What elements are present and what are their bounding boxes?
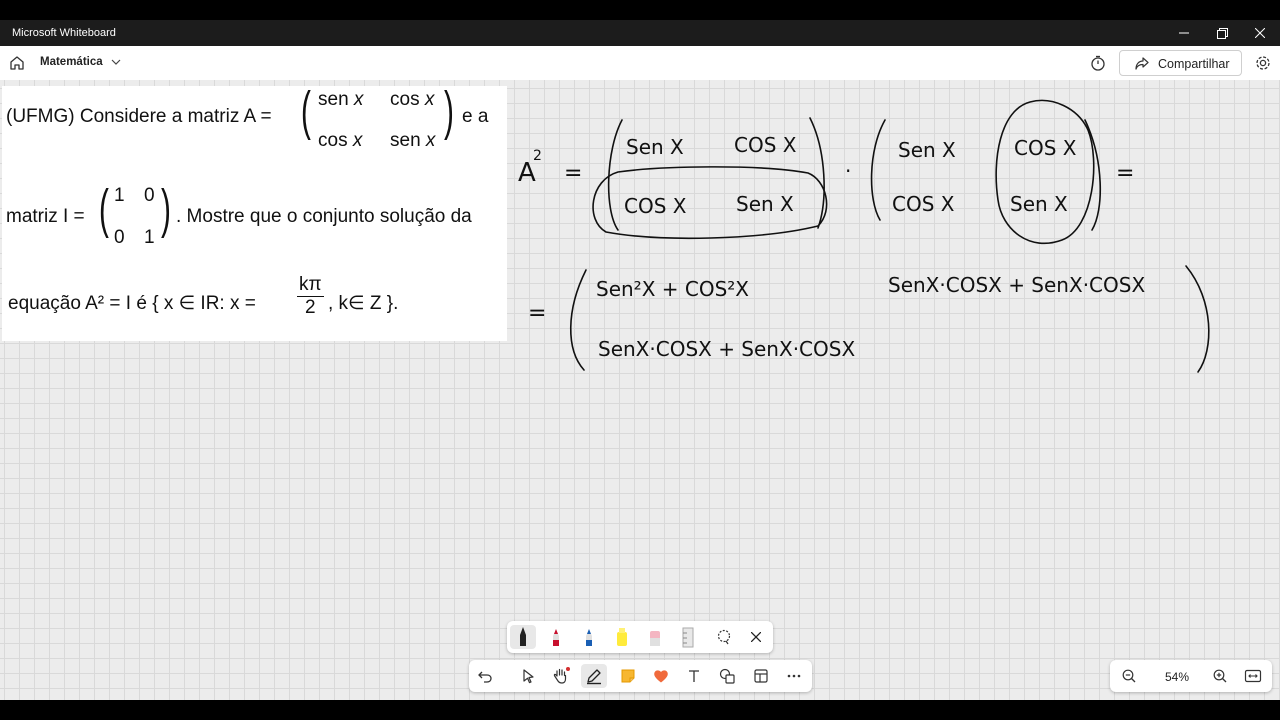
pan-hand-icon[interactable] <box>548 664 574 688</box>
chevron-down-icon[interactable] <box>110 55 122 69</box>
main-toolbar <box>469 660 812 692</box>
share-button[interactable]: Compartilhar <box>1119 50 1242 76</box>
shapes-icon[interactable] <box>714 664 740 688</box>
matrix2-right-paren <box>1084 119 1102 231</box>
select-icon[interactable] <box>515 664 541 688</box>
video-letterbox-top <box>0 0 1280 20</box>
board-name[interactable]: Matemática <box>40 56 103 68</box>
handwriting-layer: A 2 = Sen X COS X COS X Sen X · Sen X CO… <box>518 99 1210 373</box>
app-bar: Matemática Compartilhar <box>0 46 1280 81</box>
result-r2c1: SenX·COSX + SenX·COSX <box>598 337 855 361</box>
column2-highlight-loop <box>995 99 1095 245</box>
zoom-in-icon[interactable] <box>1207 664 1233 688</box>
matrix1-cell: Sen X <box>626 135 684 159</box>
black-pen-icon[interactable] <box>510 625 536 649</box>
matrix2-cell: COS X <box>1014 136 1077 160</box>
text-icon[interactable] <box>681 664 707 688</box>
matrix1-right-paren <box>809 117 825 229</box>
matrix2-cell: COS X <box>892 192 955 216</box>
a-exponent: 2 <box>533 148 542 164</box>
eraser-icon[interactable] <box>642 625 668 649</box>
templates-icon[interactable] <box>748 664 774 688</box>
result-right-paren <box>1185 265 1210 373</box>
share-icon <box>1135 57 1149 70</box>
result-r1c1: Sen²X + COS²X <box>596 277 749 301</box>
restore-icon[interactable] <box>1203 20 1241 46</box>
pen-toolbar <box>507 621 773 653</box>
blue-pen-icon[interactable] <box>576 625 602 649</box>
red-pen-icon[interactable] <box>543 625 569 649</box>
matrix1-cell: Sen X <box>736 192 794 216</box>
ruler-icon[interactable] <box>675 625 701 649</box>
gear-icon[interactable] <box>1254 54 1272 72</box>
undo-icon[interactable] <box>472 664 498 688</box>
app-title: Microsoft Whiteboard <box>12 27 116 39</box>
fit-to-screen-icon[interactable] <box>1240 664 1266 688</box>
matrix1-cell: COS X <box>734 133 797 157</box>
zoom-level: 54% <box>1164 670 1190 684</box>
matrix1-cell: COS X <box>624 194 687 218</box>
result-r1c2: SenX·COSX + SenX·COSX <box>888 273 1145 297</box>
whiteboard-canvas[interactable]: (UFMG) Considere a matriz A = ( sen x co… <box>0 80 1280 700</box>
pen-icon[interactable] <box>581 664 607 688</box>
lasso-icon[interactable] <box>711 625 737 649</box>
matrix2-cell: Sen X <box>1010 192 1068 216</box>
minimize-icon[interactable] <box>1165 20 1203 46</box>
zoom-out-icon[interactable] <box>1116 664 1142 688</box>
yellow-highlighter-icon[interactable] <box>609 625 635 649</box>
video-letterbox-bottom <box>0 700 1280 720</box>
multiply-dot: · <box>845 159 851 183</box>
reactions-icon[interactable] <box>648 664 674 688</box>
close-icon[interactable] <box>1241 20 1279 46</box>
result-left-paren <box>569 269 587 371</box>
equals-sign: = <box>528 301 546 326</box>
equals-sign: = <box>564 161 582 186</box>
sticky-note-icon[interactable] <box>615 664 641 688</box>
timer-icon[interactable] <box>1089 54 1107 72</box>
zoom-controls: 54% <box>1110 660 1272 692</box>
home-icon[interactable] <box>8 54 26 72</box>
matrix2-left-paren <box>870 119 886 221</box>
matrix2-cell: Sen X <box>898 138 956 162</box>
close-icon[interactable] <box>743 625 769 649</box>
window-titlebar: Microsoft Whiteboard <box>0 20 1280 46</box>
share-label: Compartilhar <box>1158 57 1230 71</box>
equals-sign: = <box>1116 161 1134 186</box>
more-icon[interactable] <box>781 664 807 688</box>
